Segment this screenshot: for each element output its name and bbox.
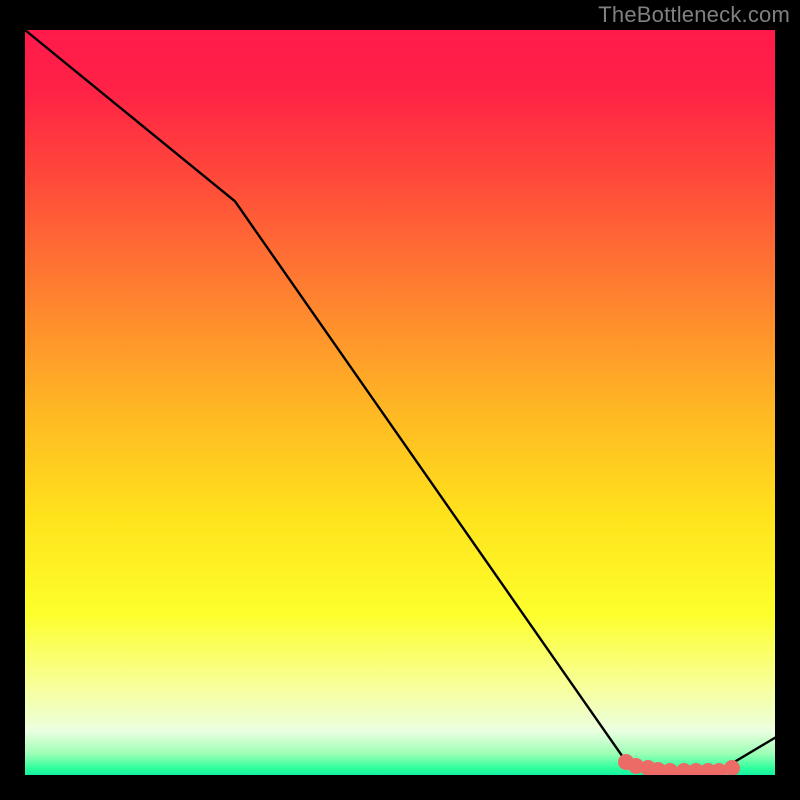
data-point-dot bbox=[724, 760, 740, 776]
dot-layer bbox=[25, 30, 775, 775]
attribution-text: TheBottleneck.com bbox=[598, 2, 790, 28]
chart-stage: TheBottleneck.com bbox=[0, 0, 800, 800]
plot-area bbox=[23, 28, 777, 777]
